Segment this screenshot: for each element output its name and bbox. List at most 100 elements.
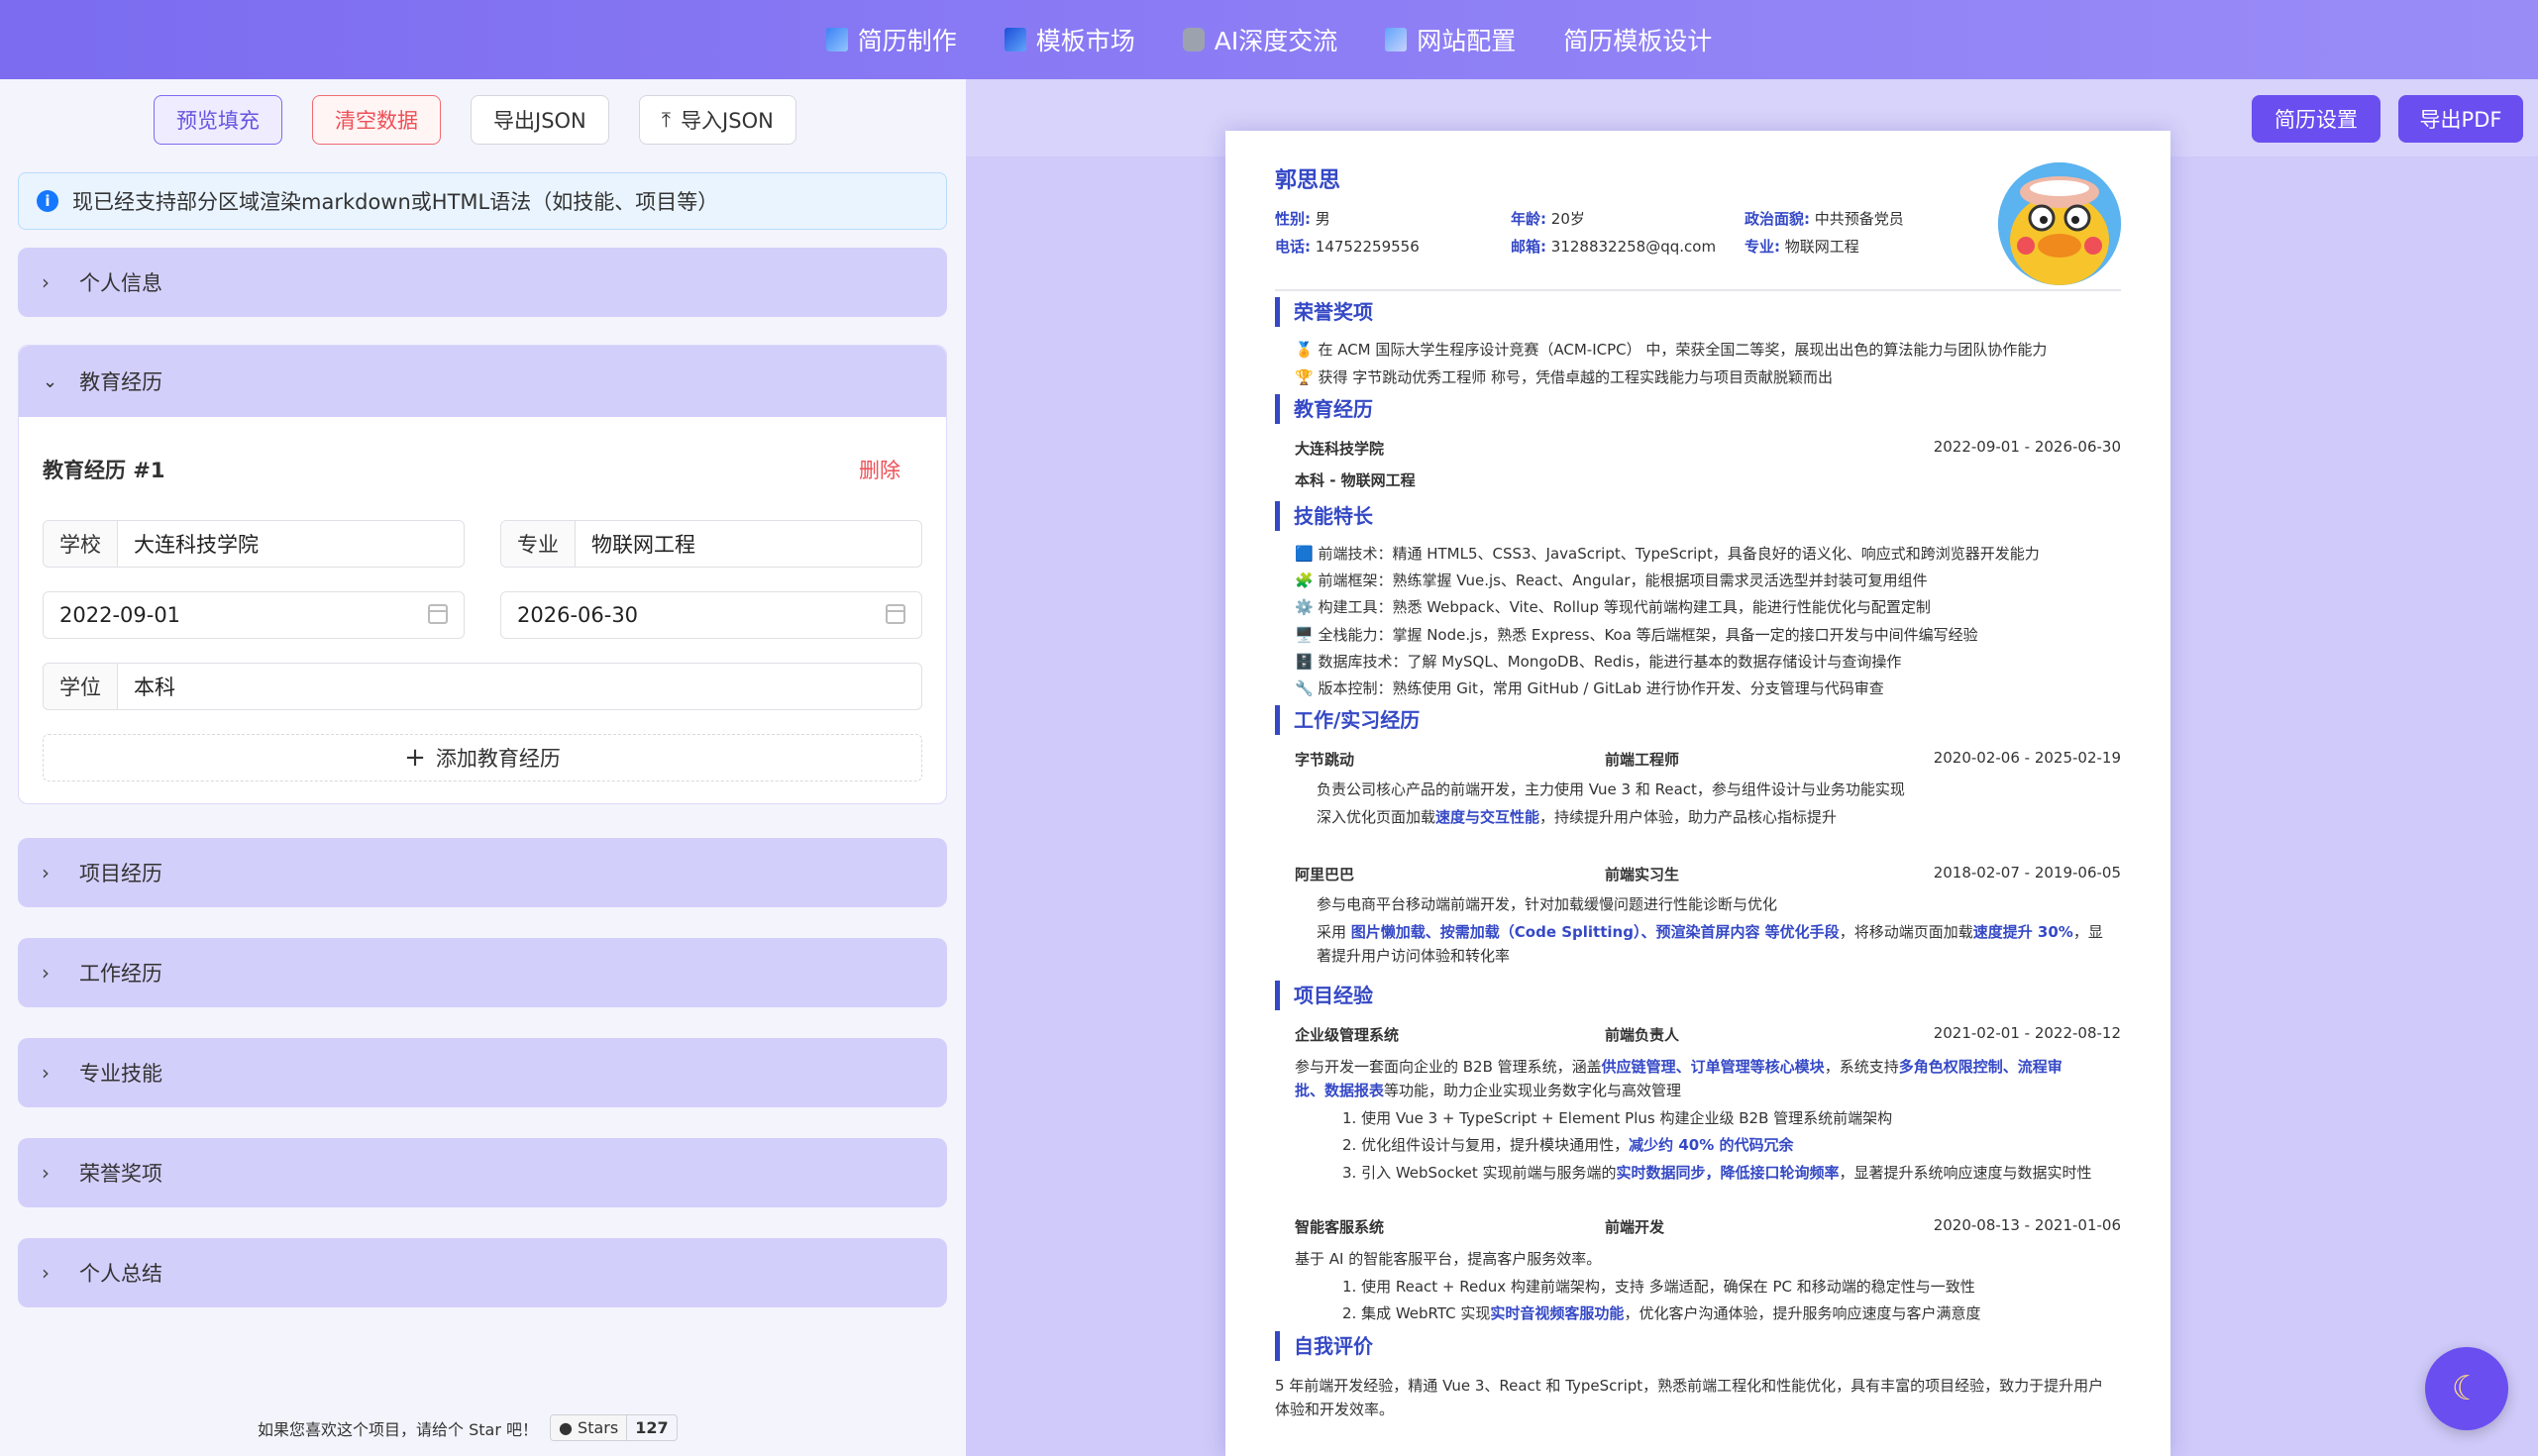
project-desc: 参与开发一套面向企业的 B2B 管理系统，涵盖供应链管理、订单管理等核心模块，系… xyxy=(1295,1056,2062,1077)
highlight: 减少约 40% 的代码冗余 xyxy=(1629,1136,1794,1154)
preview-fill-button[interactable]: 预览填充 xyxy=(154,95,282,145)
moon-icon: ☾ xyxy=(2451,1369,2483,1408)
project-date: 2020-08-13 - 2021-01-06 xyxy=(1933,1216,2121,1234)
honors-title: 荣誉奖项 xyxy=(1275,297,1373,327)
section-education[interactable]: ⌄ 教育经历 xyxy=(19,346,946,417)
text: ，持续提升用户体验，助力产品核心指标提升 xyxy=(1539,808,1838,826)
work-date: 2020-02-06 - 2025-02-19 xyxy=(1933,749,2121,767)
nav-template-market[interactable]: 模板市场 xyxy=(1004,22,1135,57)
project-role: 前端开发 xyxy=(1605,1218,1665,1236)
project-point: 2. 优化组件设计与复用，提升模块通用性，减少约 40% 的代码冗余 xyxy=(1342,1134,1793,1155)
major-field[interactable]: 专业 物联网工程 xyxy=(500,520,922,568)
resume-settings-button[interactable]: 简历设置 xyxy=(2252,95,2380,143)
highlight: 图片懒加载、按需加载（Code Splitting）、预渲染首屏内容 等优化手段 xyxy=(1350,923,1840,941)
footer: 如果您喜欢这个项目，请给个 Star 吧！ ● Stars 127 xyxy=(258,1414,678,1441)
phone-value: 14752259556 xyxy=(1315,238,1420,256)
doc-icon xyxy=(825,28,848,52)
work-desc: 参与电商平台移动端前端开发，针对加载缓慢问题进行性能诊断与优化 xyxy=(1317,895,1778,913)
nav-template-design[interactable]: 简历模板设计 xyxy=(1563,22,1712,57)
nav-site-config[interactable]: 网站配置 xyxy=(1385,22,1516,57)
export-json-button[interactable]: 导出JSON xyxy=(471,95,609,145)
edu-date: 2022-09-01 - 2026-06-30 xyxy=(1933,438,2121,456)
project-point: 2. 集成 WebRTC 实现实时音视频客服功能，优化客户沟通体验，提升服务响应… xyxy=(1342,1302,1980,1323)
section-honors[interactable]: › 荣誉奖项 xyxy=(18,1138,947,1207)
school-label: 学校 xyxy=(44,521,118,567)
editor-panel: 预览填充 清空数据 导出JSON ⤒ 导入JSON i 现已经支持部分区域渲染m… xyxy=(0,79,966,1456)
text: ，显著提升系统响应速度与数据实时性 xyxy=(1839,1164,2092,1182)
delete-button[interactable]: 删除 xyxy=(859,455,900,484)
highlight: 批、数据报表 xyxy=(1295,1082,1385,1099)
email-value: 3128832258@qq.com xyxy=(1550,238,1717,256)
highlight: 供应链管理、订单管理等核心模块 xyxy=(1601,1058,1825,1076)
project-point: 1. 使用 Vue 3 + TypeScript + Element Plus … xyxy=(1342,1109,1893,1127)
major-line: 专业: 物联网工程 xyxy=(1745,236,1859,257)
skill-item: 🧩 前端框架：熟练掌握 Vue.js、React、Angular，能根据项目需求… xyxy=(1295,572,1928,589)
config-icon xyxy=(1385,28,1408,52)
end-date-picker[interactable]: 2026-06-30 xyxy=(500,591,922,639)
text: ，显 xyxy=(2072,923,2103,941)
nav-ai-chat[interactable]: AI深度交流 xyxy=(1182,22,1338,57)
edu-degree: 本科 - 物联网工程 xyxy=(1295,471,1416,489)
import-json-button[interactable]: ⤒ 导入JSON xyxy=(638,95,796,145)
degree-value: 本科 xyxy=(134,676,175,699)
skill-item: ⚙️ 构建工具：熟悉 Webpack、Vite、Rollup 等现代前端构建工具… xyxy=(1295,598,1931,616)
self-eval-text: 5 年前端开发经验，精通 Vue 3、React 和 TypeScript，熟悉… xyxy=(1275,1377,2104,1395)
chevron-right-icon: › xyxy=(42,1061,50,1085)
text: ，系统支持 xyxy=(1824,1058,1899,1076)
work-role: 前端实习生 xyxy=(1605,866,1680,884)
start-date-picker[interactable]: 2022-09-01 xyxy=(43,591,465,639)
phone-line: 电话: 14752259556 xyxy=(1275,236,1420,257)
github-icon: ● Stars xyxy=(551,1415,627,1440)
github-stars-badge[interactable]: ● Stars 127 xyxy=(550,1414,678,1441)
section-project[interactable]: › 项目经历 xyxy=(18,838,947,907)
honor-item: 🏆 获得 字节跳动优秀工程师 称号，凭借卓越的工程实践能力与项目贡献脱颖而出 xyxy=(1295,368,1833,386)
work-date: 2018-02-07 - 2019-06-05 xyxy=(1933,864,2121,882)
honor-item: 🏅 在 ACM 国际大学生程序设计竞赛（ACM-ICPC） 中，荣获全国二等奖，… xyxy=(1295,341,2048,359)
gender-value: 男 xyxy=(1315,210,1330,228)
import-json-label: 导入JSON xyxy=(681,109,774,133)
plus-icon: + xyxy=(404,743,426,773)
clear-data-button[interactable]: 清空数据 xyxy=(312,95,441,145)
section-work[interactable]: › 工作经历 xyxy=(18,938,947,1007)
text: ，优化客户沟通体验，提升服务响应速度与客户满意度 xyxy=(1624,1304,1981,1322)
major-key: 专业: xyxy=(1745,238,1780,256)
text: 3. 引入 WebSocket 实现前端与服务端的 xyxy=(1342,1164,1617,1182)
add-education-button[interactable]: + 添加教育经历 xyxy=(43,734,922,781)
chevron-right-icon: › xyxy=(42,861,50,884)
self-eval-text: 体验和开发效率。 xyxy=(1275,1401,1395,1418)
text: 参与开发一套面向企业的 B2B 管理系统，涵盖 xyxy=(1295,1058,1602,1076)
school-field[interactable]: 学校 大连科技学院 xyxy=(43,520,465,568)
section-skills[interactable]: › 专业技能 xyxy=(18,1038,947,1107)
project-desc: 批、数据报表等功能，助力企业实现业务数字化与高效管理 xyxy=(1295,1080,1681,1100)
degree-field[interactable]: 学位 本科 xyxy=(43,663,922,710)
notice-text: 现已经支持部分区域渲染markdown或HTML语法（如技能、项目等） xyxy=(72,190,719,214)
text: 深入优化页面加载 xyxy=(1317,808,1436,826)
export-pdf-button[interactable]: 导出PDF xyxy=(2398,95,2523,143)
skills-title: 技能特长 xyxy=(1275,501,1373,531)
nav-resume-make[interactable]: 简历制作 xyxy=(825,22,957,57)
theme-toggle-button[interactable]: ☾ xyxy=(2425,1347,2508,1430)
project-point: 1. 使用 React + Redux 构建前端架构，支持 多端适配，确保在 P… xyxy=(1342,1278,1975,1296)
nav-label: 简历制作 xyxy=(857,27,957,55)
work-desc: 著提升用户访问体验和转化率 xyxy=(1317,947,1511,965)
section-personal[interactable]: › 个人信息 xyxy=(18,248,947,317)
age-line: 年龄: 20岁 xyxy=(1511,208,1585,229)
info-notice: i 现已经支持部分区域渲染markdown或HTML语法（如技能、项目等） xyxy=(18,172,947,230)
add-education-label: 添加教育经历 xyxy=(435,747,561,771)
section-summary[interactable]: › 个人总结 xyxy=(18,1238,947,1307)
calendar-icon xyxy=(428,604,448,624)
section-label: 专业技能 xyxy=(79,1062,162,1086)
major-label: 专业 xyxy=(501,521,576,567)
nav-label: AI深度交流 xyxy=(1214,27,1338,55)
project-role: 前端负责人 xyxy=(1605,1026,1680,1044)
gender-line: 性别: 男 xyxy=(1275,208,1330,229)
text: 等功能，助力企业实现业务数字化与高效管理 xyxy=(1384,1082,1682,1099)
edu-item-title: 教育经历 #1 xyxy=(43,459,165,482)
resume-paper: 郭思思 性别: 男 年龄: 20岁 政治面貌: 中共预备党员 电话: 14752… xyxy=(1225,131,2170,1456)
skill-item: 🗄️ 数据库技术：了解 MySQL、MongoDB、Redis，能进行基本的数据… xyxy=(1295,653,1902,671)
skill-item: 🟦 前端技术：精通 HTML5、CSS3、JavaScript、TypeScri… xyxy=(1295,545,2040,563)
highlight: 速度提升 30% xyxy=(1972,923,2073,941)
self-eval-title: 自我评价 xyxy=(1275,1331,1373,1361)
robot-icon xyxy=(1182,28,1205,52)
edu-school: 大连科技学院 xyxy=(1295,440,1385,458)
